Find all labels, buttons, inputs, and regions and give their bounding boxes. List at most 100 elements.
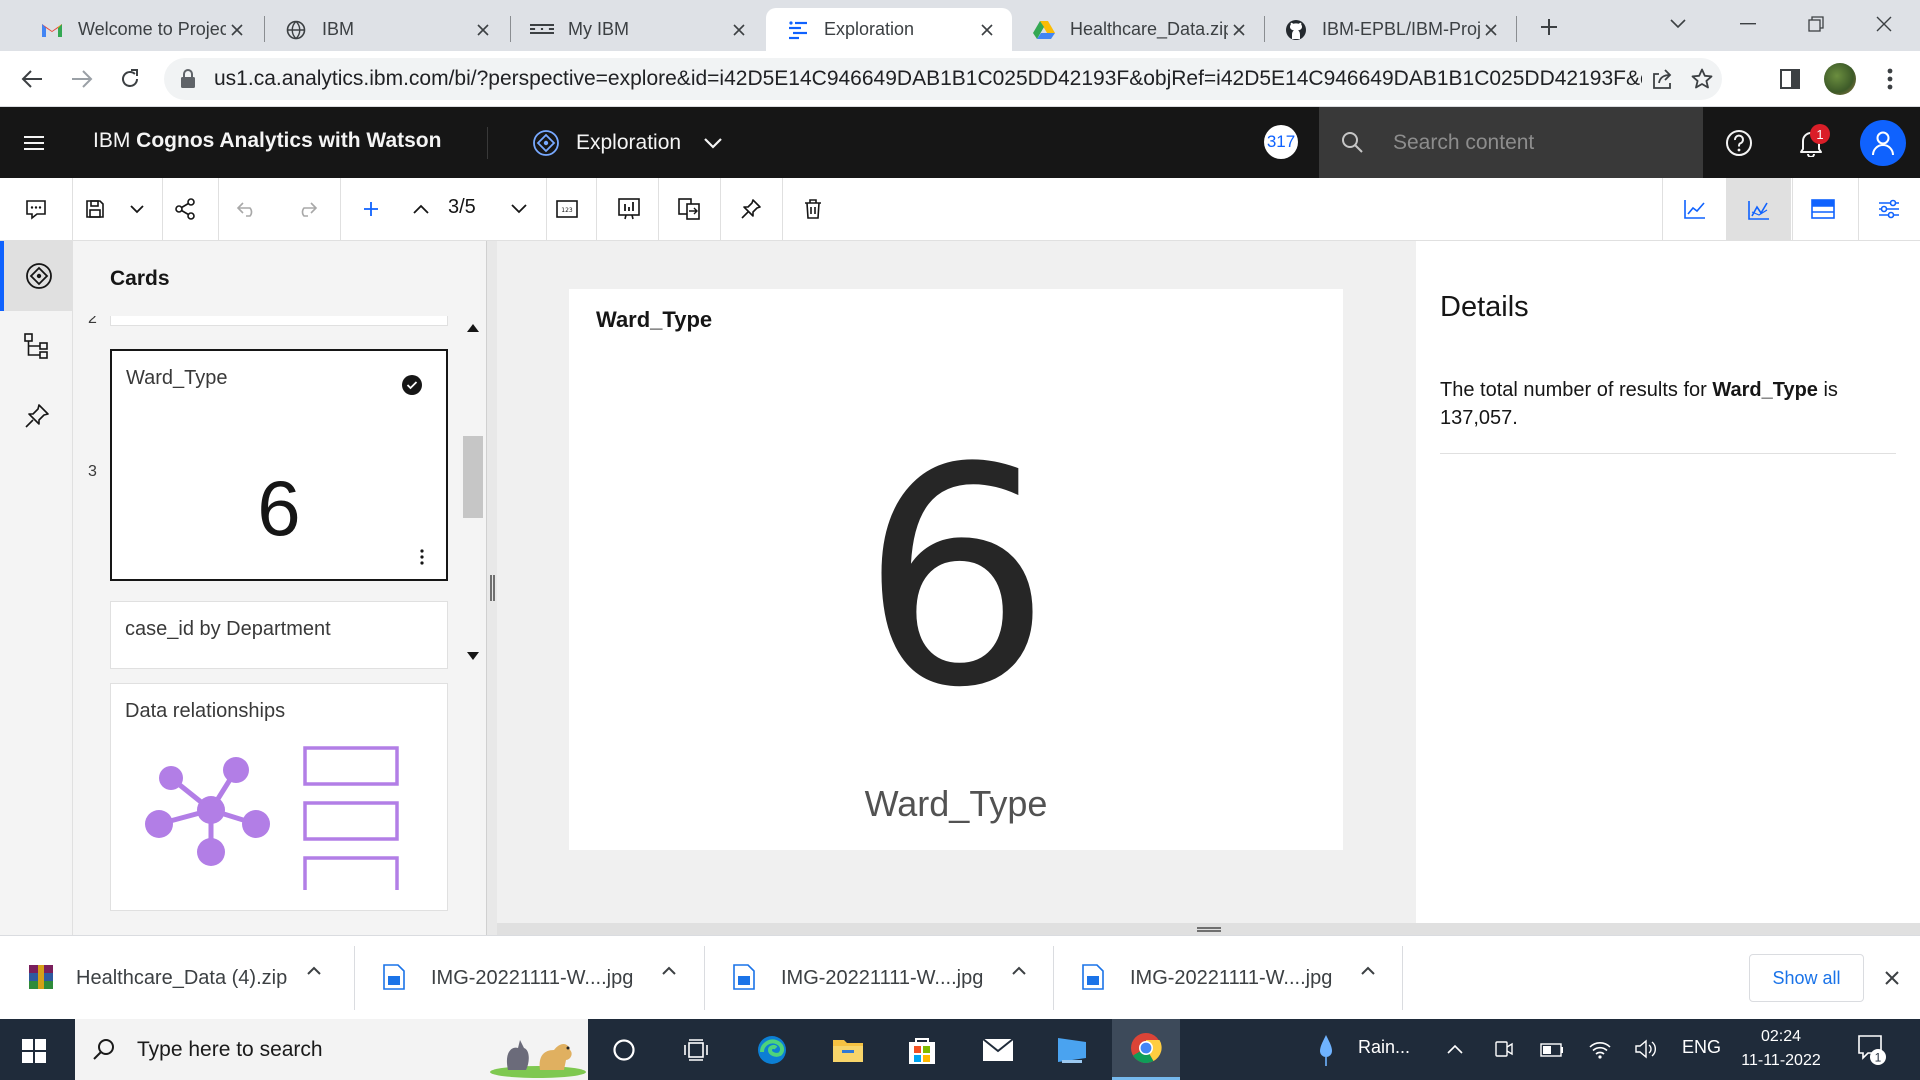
insights-icon[interactable]: [608, 188, 650, 230]
show-all-downloads-button[interactable]: Show all: [1749, 954, 1864, 1002]
scroll-up-icon[interactable]: [467, 324, 479, 332]
redo-icon[interactable]: [286, 188, 328, 230]
task-view-icon[interactable]: [672, 1027, 720, 1073]
pin-icon[interactable]: [730, 188, 772, 230]
download-item[interactable]: IMG-20221111-W....jpg: [355, 936, 685, 1020]
share-icon[interactable]: [164, 188, 206, 230]
bottom-resize-handle[interactable]: [497, 923, 1920, 935]
desktop-app-icon[interactable]: [1048, 1027, 1096, 1073]
view-switcher[interactable]: Exploration: [532, 122, 723, 164]
close-icon[interactable]: [472, 19, 494, 41]
rail-exploration-button[interactable]: [0, 241, 73, 311]
browser-tab[interactable]: Healthcare_Data.zip: [1012, 8, 1264, 51]
save-icon[interactable]: [74, 188, 116, 230]
save-menu-chevron-icon[interactable]: [116, 188, 158, 230]
weather-text[interactable]: Rain...: [1358, 1037, 1410, 1058]
file-explorer-icon[interactable]: [824, 1027, 872, 1073]
compare-icon[interactable]: [668, 188, 710, 230]
volume-icon[interactable]: [1634, 1039, 1658, 1059]
close-icon[interactable]: [976, 19, 998, 41]
browser-tab-active[interactable]: Exploration: [766, 8, 1012, 51]
data-relationships-card[interactable]: Data relationships: [110, 683, 448, 911]
close-icon[interactable]: [226, 19, 248, 41]
meet-now-icon[interactable]: [1494, 1039, 1514, 1059]
undo-icon[interactable]: [226, 188, 268, 230]
scroll-down-icon[interactable]: [467, 652, 479, 660]
drag-grip-icon: [1197, 927, 1221, 932]
action-center-icon[interactable]: 1: [1856, 1033, 1888, 1067]
properties-settings-icon[interactable]: [1868, 188, 1910, 230]
close-window-button[interactable]: [1854, 4, 1914, 44]
app-title[interactable]: IBM Cognos Analytics with Watson: [93, 129, 441, 153]
address-bar[interactable]: us1.ca.analytics.ibm.com/bi/?perspective…: [164, 58, 1722, 100]
card-list[interactable]: 2 3 Ward_Type 6 case_id by Department Da…: [73, 316, 486, 935]
microsoft-store-icon[interactable]: [898, 1027, 946, 1073]
card-item[interactable]: case_id by Department: [110, 601, 448, 669]
wifi-icon[interactable]: [1588, 1039, 1612, 1059]
close-icon[interactable]: [728, 19, 750, 41]
add-card-icon[interactable]: [350, 188, 392, 230]
restore-button[interactable]: [1786, 4, 1846, 44]
download-item[interactable]: IMG-20221111-W....jpg: [1054, 936, 1384, 1020]
content-count-badge[interactable]: 317: [1264, 125, 1298, 159]
taskbar-search-box[interactable]: Type here to search: [75, 1019, 588, 1080]
card-list-scrollbar[interactable]: [459, 316, 483, 666]
hamburger-menu-icon[interactable]: [14, 123, 54, 163]
scrollbar-thumb[interactable]: [463, 436, 483, 518]
windows-start-icon[interactable]: [14, 1031, 54, 1071]
browser-tab[interactable]: Welcome to Project: [20, 8, 262, 51]
show-hidden-icons-chevron-icon[interactable]: [1446, 1043, 1464, 1055]
chrome-icon[interactable]: [1112, 1019, 1180, 1080]
help-icon[interactable]: [1718, 122, 1760, 164]
rail-data-tree-button[interactable]: [0, 311, 73, 381]
card-item[interactable]: [110, 316, 448, 326]
reload-button[interactable]: [112, 61, 148, 97]
notifications-icon[interactable]: 1: [1790, 122, 1832, 164]
close-icon[interactable]: [1878, 964, 1906, 992]
user-avatar-icon[interactable]: [1860, 120, 1906, 166]
line-chart-icon[interactable]: [1674, 188, 1716, 230]
cortana-icon[interactable]: [600, 1027, 648, 1073]
header-search[interactable]: [1319, 107, 1703, 178]
delete-icon[interactable]: [792, 188, 834, 230]
close-icon[interactable]: [1480, 19, 1502, 41]
next-card-chevron-icon[interactable]: [498, 188, 540, 230]
download-item[interactable]: IMG-20221111-W....jpg: [705, 936, 1035, 1020]
weather-icon[interactable]: [1316, 1033, 1336, 1067]
battery-icon[interactable]: [1540, 1043, 1564, 1057]
mail-icon[interactable]: [974, 1027, 1022, 1073]
close-icon[interactable]: [1228, 19, 1250, 41]
chevron-up-icon[interactable]: [1360, 966, 1384, 990]
kpi-visualization[interactable]: Ward_Type 6 Ward_Type: [569, 289, 1343, 850]
browser-menu-icon[interactable]: [1872, 61, 1908, 97]
tab-search-button[interactable]: [1648, 4, 1708, 44]
panel-resize-handle[interactable]: [486, 241, 497, 935]
visualization-icon[interactable]: [1727, 178, 1791, 241]
chevron-up-icon[interactable]: [1011, 966, 1035, 990]
browser-tab[interactable]: IBM-EPBL/IBM-Proj: [1264, 8, 1516, 51]
comment-icon[interactable]: [15, 188, 57, 230]
profile-avatar[interactable]: [1822, 61, 1858, 97]
share-icon[interactable]: [1642, 59, 1682, 99]
system-clock[interactable]: 02:24 11-11-2022: [1736, 1025, 1826, 1073]
search-input[interactable]: [1393, 130, 1693, 155]
forward-button[interactable]: [64, 61, 100, 97]
back-button[interactable]: [14, 61, 50, 97]
download-item[interactable]: Healthcare_Data (4).zip: [0, 936, 330, 1020]
bookmark-star-icon[interactable]: [1682, 59, 1722, 99]
browser-tab[interactable]: IBM: [264, 8, 508, 51]
minimize-button[interactable]: [1718, 4, 1778, 44]
language-indicator[interactable]: ENG: [1682, 1037, 1721, 1058]
new-tab-button[interactable]: [1532, 10, 1566, 44]
side-panel-icon[interactable]: [1772, 61, 1808, 97]
data-table-icon[interactable]: [1802, 188, 1844, 230]
browser-tab[interactable]: My IBM: [510, 8, 764, 51]
chevron-up-icon[interactable]: [661, 966, 685, 990]
overflow-menu-icon[interactable]: [414, 547, 430, 567]
kpi-summary-icon[interactable]: 123: [546, 188, 588, 230]
edge-browser-icon[interactable]: [748, 1027, 796, 1073]
rail-pin-button[interactable]: [0, 381, 73, 451]
previous-card-chevron-icon[interactable]: [400, 188, 442, 230]
card-item-selected[interactable]: Ward_Type 6: [110, 349, 448, 581]
chevron-up-icon[interactable]: [306, 966, 330, 990]
